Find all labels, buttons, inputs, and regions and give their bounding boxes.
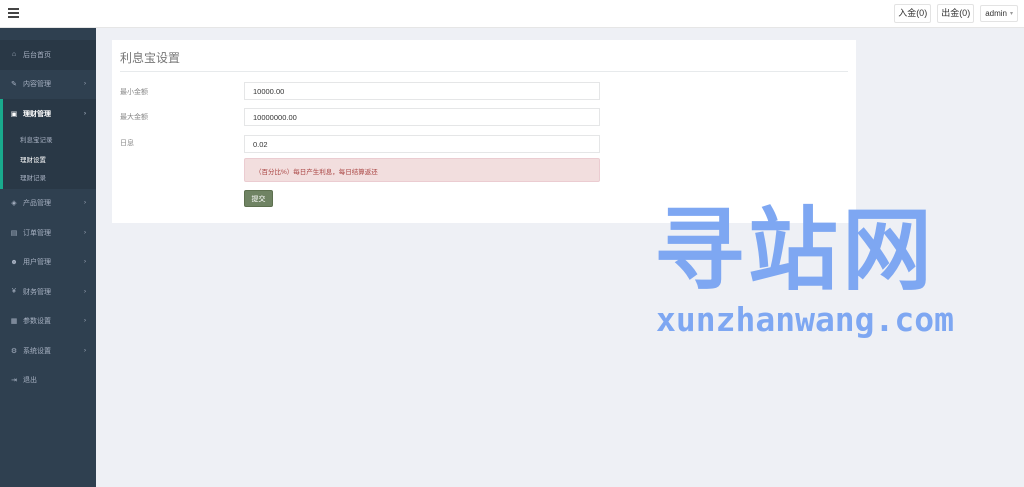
sidebar-item-label: 产品管理 — [23, 200, 51, 208]
home-icon: ⌂ — [11, 51, 17, 59]
sidebar-item-label: 内容管理 — [23, 81, 51, 89]
min-amount-label: 最小金额 — [120, 89, 148, 96]
sidebar-item-label: 财务管理 — [23, 288, 51, 296]
withdraw-button[interactable]: 出金(0) — [937, 4, 975, 23]
sidebar-item-label: 系统设置 — [23, 347, 51, 355]
submit-button[interactable]: 提交 — [244, 190, 273, 207]
logout-icon: ⇥ — [11, 377, 17, 385]
top-bar: 入金(0) 出金(0) admin ▾ — [0, 0, 1024, 28]
min-amount-input[interactable] — [244, 82, 600, 100]
sidebar-item-home[interactable]: ⌂ 后台首页 — [0, 40, 96, 70]
user-menu[interactable]: admin ▾ — [980, 5, 1018, 22]
hamburger-icon[interactable] — [8, 8, 19, 18]
max-amount-label: 最大金额 — [120, 114, 148, 121]
chevron-down-icon: ▾ — [1009, 11, 1013, 17]
user-icon: ☻ — [10, 258, 18, 266]
sidebar-item-finance[interactable]: ▣ 理财管理 › — [3, 99, 96, 129]
sidebar-item-accounts[interactable]: ¥ 财务管理 › — [0, 277, 96, 307]
watermark-title: 寻站网 — [654, 198, 936, 303]
sidebar-item-label: 后台首页 — [23, 51, 51, 59]
user-name: admin — [985, 9, 1007, 18]
yen-icon: ¥ — [12, 288, 16, 296]
chevron-right-icon: › — [84, 347, 86, 354]
chevron-right-icon: › — [84, 229, 86, 236]
order-icon: ▤ — [10, 229, 18, 237]
sidebar-item-content[interactable]: ✎ 内容管理 › — [0, 70, 96, 100]
chevron-right-icon: › — [84, 110, 86, 117]
sidebar-item-orders[interactable]: ▤ 订单管理 › — [0, 218, 96, 248]
edit-icon: ✎ — [11, 81, 17, 89]
sidebar-item-label: 订单管理 — [23, 229, 51, 237]
product-icon: ◈ — [11, 200, 17, 208]
params-icon: ▦ — [10, 318, 18, 326]
daily-rate-input[interactable] — [244, 135, 600, 153]
deposit-button[interactable]: 入金(0) — [894, 4, 932, 23]
sidebar-item-products[interactable]: ◈ 产品管理 › — [0, 189, 96, 219]
wallet-icon: ▣ — [10, 110, 18, 118]
chevron-right-icon: › — [84, 288, 86, 295]
max-amount-input[interactable] — [244, 108, 600, 126]
sidebar-item-system[interactable]: ⚙ 系统设置 › — [0, 336, 96, 366]
sidebar-item-label: 参数设置 — [23, 318, 51, 326]
sidebar-item-label: 用户管理 — [23, 259, 51, 267]
sidebar-group-finance: ▣ 理财管理 › 利息宝记录 理财设置 理财记录 — [0, 99, 96, 189]
sidebar-item-label: 退出 — [23, 377, 37, 385]
chevron-right-icon: › — [84, 81, 86, 88]
watermark-url: xunzhanwang.com — [656, 300, 955, 339]
top-actions: 入金(0) 出金(0) admin ▾ — [894, 4, 1018, 23]
daily-rate-label: 日息 — [120, 140, 134, 147]
sidebar-subitem-interest-records[interactable]: 利息宝记录 — [3, 129, 96, 149]
rate-hint-alert: （百分比%）每日产生利息，每日结算返还 — [244, 158, 600, 182]
gears-icon: ⚙ — [10, 347, 18, 355]
chevron-right-icon: › — [84, 200, 86, 207]
chevron-right-icon: › — [84, 318, 86, 325]
sidebar-subitem-finance-records[interactable]: 理财记录 — [3, 169, 96, 189]
sidebar-item-logout[interactable]: ⇥ 退出 — [0, 366, 96, 396]
chevron-right-icon: › — [84, 259, 86, 266]
page-title: 利息宝设置 — [120, 51, 181, 65]
sidebar-subitem-finance-settings[interactable]: 理财设置 — [3, 149, 96, 169]
sidebar: ⌂ 后台首页 ✎ 内容管理 › ▣ 理财管理 › 利息宝记录 理财设置 理财记录… — [0, 28, 96, 487]
sidebar-item-params[interactable]: ▦ 参数设置 › — [0, 307, 96, 337]
divider — [120, 71, 848, 72]
sidebar-item-label: 理财管理 — [23, 110, 51, 118]
sidebar-item-users[interactable]: ☻ 用户管理 › — [0, 248, 96, 278]
